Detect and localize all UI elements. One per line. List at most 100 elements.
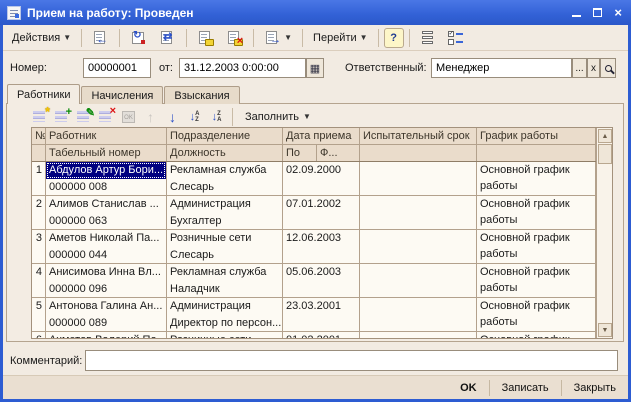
- scroll-up-button[interactable]: ▲: [598, 129, 612, 143]
- app-window: Прием на работу: Проведен × Действия ▼ ←…: [0, 0, 631, 402]
- save-button[interactable]: Записать: [490, 376, 561, 399]
- col-header-probation: Испытательный срок: [360, 128, 477, 144]
- table-header: № Работник Подразделение Дата приема Исп…: [32, 128, 612, 162]
- choose-button[interactable]: ...: [572, 58, 587, 78]
- table-row[interactable]: 4 Анисимова Инна Вл...000000 096 Рекламн…: [32, 264, 612, 298]
- table-row[interactable]: 5 Антонова Галина Ан...000000 089 Админи…: [32, 298, 612, 332]
- clear-button[interactable]: x: [587, 58, 600, 78]
- comment-label: Комментарий:: [10, 355, 82, 367]
- list-settings-button[interactable]: ✓: [443, 27, 469, 49]
- table-row[interactable]: 1 Абдулов Артур Бори...000000 008 Реклам…: [32, 162, 612, 196]
- ok-button[interactable]: OK: [448, 376, 489, 399]
- title-bar[interactable]: Прием на работу: Проведен ×: [0, 0, 631, 25]
- move-down-button[interactable]: ↓: [163, 107, 182, 126]
- pencil-icon: ✎: [86, 108, 95, 119]
- toolbar-separator: [253, 29, 254, 47]
- move-up-button: ↑: [141, 107, 160, 126]
- number-label: Номер:: [10, 62, 47, 74]
- ok-icon: OK: [122, 111, 135, 123]
- add-row-button[interactable]: *: [31, 107, 50, 126]
- print-icon: →: [264, 30, 281, 46]
- chevron-down-icon: ▼: [303, 112, 311, 121]
- document-icon: [7, 6, 21, 20]
- table-row[interactable]: 3 Аметов Николай Па...000000 044 Розничн…: [32, 230, 612, 264]
- actions-button[interactable]: Действия ▼: [7, 27, 76, 49]
- maximize-button[interactable]: [593, 6, 602, 20]
- unpost-document-icon: ×: [226, 30, 243, 46]
- post-document-icon: [197, 30, 214, 46]
- edit-row-button[interactable]: ✎: [75, 107, 94, 126]
- close-form-button[interactable]: Закрыть: [562, 376, 628, 399]
- table-row[interactable]: 6 Ахметов Валерий По... Розничные сети 0…: [32, 332, 612, 339]
- vertical-scrollbar[interactable]: ▲ ▼: [596, 128, 612, 338]
- date-input[interactable]: [179, 58, 306, 78]
- col-subheader-po: По: [283, 145, 317, 161]
- footer-bar: OK Записать Закрыть: [3, 375, 628, 399]
- client-area: Действия ▼ ← ↻ ⇄ × → ▼: [3, 25, 628, 399]
- table-body: 1 Абдулов Артур Бори...000000 008 Реклам…: [32, 162, 612, 339]
- fill-button[interactable]: Заполнить ▼: [239, 107, 317, 127]
- fill-label: Заполнить: [245, 111, 299, 123]
- table-row[interactable]: 2 Алимов Станислав ...000000 063 Админис…: [32, 196, 612, 230]
- post-document-button[interactable]: [192, 27, 219, 49]
- scroll-down-button[interactable]: ▼: [598, 323, 612, 337]
- toolbar-separator: [186, 29, 187, 47]
- tab-accruals[interactable]: Начисления: [81, 86, 163, 104]
- main-toolbar: Действия ▼ ← ↻ ⇄ × → ▼: [3, 25, 628, 51]
- add-icon: *: [45, 105, 50, 118]
- structure-icon: [420, 31, 436, 45]
- magnifier-icon: [605, 65, 612, 72]
- copy-movements-button[interactable]: ⇄: [154, 27, 181, 49]
- sort-desc-button[interactable]: ↓ZA: [207, 107, 226, 126]
- refresh-icon: ↻: [130, 30, 147, 46]
- toolbar-separator: [119, 29, 120, 47]
- chevron-up-icon: ▲: [602, 133, 609, 140]
- toolbar-separator: [302, 29, 303, 47]
- reread-button[interactable]: ←: [87, 27, 114, 49]
- scrollbar-thumb[interactable]: [598, 144, 612, 164]
- toolbar-separator: [378, 29, 379, 47]
- plus-icon: +: [66, 107, 72, 118]
- col-header-department: Подразделение: [167, 128, 283, 144]
- tab-deductions[interactable]: Взыскания: [164, 86, 239, 104]
- sort-asc-button[interactable]: ↓AZ: [185, 107, 204, 126]
- unpost-document-button[interactable]: ×: [221, 27, 248, 49]
- reread-icon: ←: [92, 30, 109, 46]
- responsible-input[interactable]: [431, 58, 572, 78]
- delete-icon: ×: [110, 106, 116, 117]
- print-button[interactable]: → ▼: [259, 27, 297, 49]
- toolbar-separator: [232, 108, 233, 126]
- minimize-icon: [572, 8, 581, 17]
- goto-button[interactable]: Перейти ▼: [308, 27, 373, 49]
- copy-row-button[interactable]: +: [53, 107, 72, 126]
- minimize-button[interactable]: [572, 6, 581, 20]
- tab-workers[interactable]: Работники: [7, 84, 80, 104]
- comment-input[interactable]: [85, 350, 618, 371]
- chevron-down-icon: ▼: [284, 33, 292, 42]
- number-input[interactable]: [83, 58, 151, 78]
- col-subheader-position: Должность: [167, 145, 283, 161]
- workers-tab-page: * + ✎ × OK ↑ ↓ ↓AZ ↓ZA Заполнить ▼: [6, 103, 624, 342]
- toolbar-separator: [81, 29, 82, 47]
- chevron-down-icon: ▼: [63, 33, 71, 42]
- maximize-icon: [593, 8, 602, 17]
- col-header-date: Дата приема: [283, 128, 360, 144]
- col-subheader-tabnumber: Табельный номер: [46, 145, 167, 161]
- window-title: Прием на работу: Проведен: [27, 6, 566, 20]
- arrow-down-icon: ↓: [169, 109, 176, 125]
- calendar-button[interactable]: ▦: [306, 58, 324, 78]
- col-subheader-f: Ф...: [317, 145, 360, 161]
- list-settings-icon: ✓: [448, 31, 464, 45]
- col-subheader-empty: [360, 145, 477, 161]
- help-button[interactable]: ?: [384, 28, 404, 48]
- chevron-down-icon: ▼: [602, 327, 609, 334]
- open-button[interactable]: [600, 58, 616, 78]
- refresh-button[interactable]: ↻: [125, 27, 152, 49]
- goto-label: Перейти: [313, 32, 357, 44]
- chevron-down-icon: ▼: [360, 33, 368, 42]
- col-subheader-empty: [32, 145, 46, 161]
- structure-button[interactable]: [415, 27, 441, 49]
- delete-row-button[interactable]: ×: [97, 107, 116, 126]
- col-header-num: №: [32, 128, 46, 144]
- close-button[interactable]: ×: [614, 6, 622, 20]
